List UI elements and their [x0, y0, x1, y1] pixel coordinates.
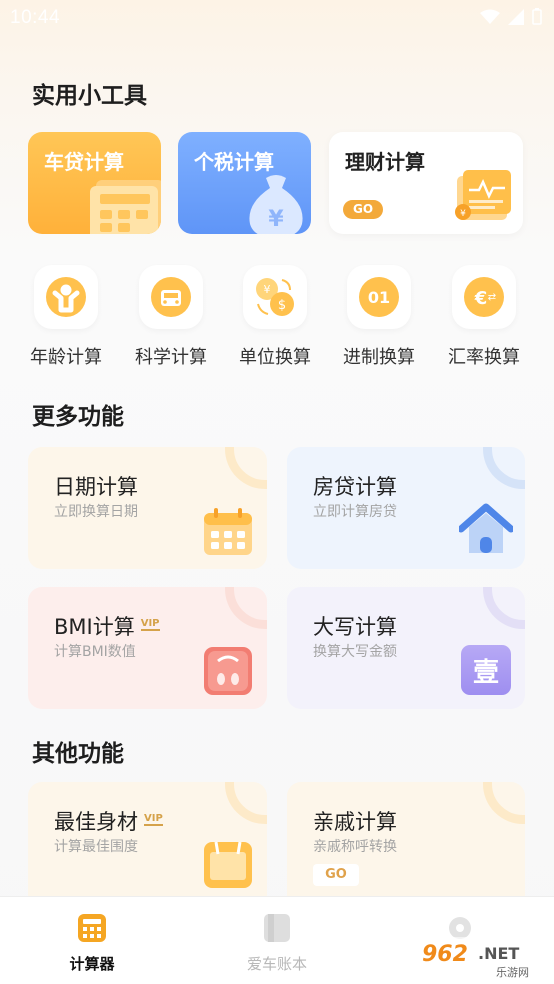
tax-label: 个税计算 [194, 150, 274, 174]
nav-label: 爱车账本 [246, 955, 307, 973]
relatives-go-button[interactable]: GO [313, 864, 359, 886]
finance-chart-icon: ¥ [455, 170, 511, 220]
tax-card[interactable]: 个税计算 ¥ [178, 132, 311, 234]
uppercase-icon: 壹 [461, 645, 511, 695]
more-section-title: 更多功能 [32, 404, 124, 430]
wifi-icon [480, 9, 500, 24]
tool-label: 单位换算 [239, 347, 311, 368]
binary-icon: 01 [347, 265, 411, 329]
card-title: BMI计算 VIP [54, 611, 160, 641]
car-icon [139, 265, 203, 329]
currency-exchange-icon: ¥ $ [243, 265, 307, 329]
card-title: 大写计算 [313, 615, 397, 639]
nav-car-ledger[interactable]: 爱车账本 [217, 913, 337, 974]
best-figure-title: 最佳身材 [54, 810, 138, 834]
nav-label: 计算器 [69, 955, 115, 973]
svg-text:⇄: ⇄ [488, 292, 496, 303]
tool-label: 进制换算 [343, 347, 415, 368]
mortgage-card[interactable]: 房贷计算 立即计算房贷 [287, 447, 525, 569]
card-subtitle: 换算大写金额 [313, 644, 397, 660]
card-subtitle: 立即换算日期 [54, 504, 138, 520]
status-icons [480, 8, 542, 25]
finance-go-button[interactable]: GO [343, 200, 383, 219]
calculator-tab-icon [78, 914, 106, 942]
status-time: 10:44 [10, 7, 61, 28]
card-title: 日期计算 [54, 475, 138, 499]
card-title: 亲戚计算 [313, 810, 397, 834]
scale-icon [204, 647, 252, 695]
watermark-logo: 962 .NET 乐游网 [414, 937, 546, 979]
calendar-icon [204, 508, 252, 555]
card-subtitle: 立即计算房贷 [313, 504, 397, 520]
vip-badge: VIP [140, 617, 160, 631]
euro-exchange-icon: € ⇄ [452, 265, 516, 329]
house-icon [459, 503, 513, 553]
tool-rate[interactable]: € ⇄ 汇率换算 [434, 265, 534, 369]
svg-text:€: € [474, 288, 488, 309]
svg-text:¥: ¥ [268, 207, 284, 232]
tool-base[interactable]: 01 进制换算 [329, 265, 429, 369]
card-subtitle: 亲戚称呼转换 [313, 839, 397, 855]
tool-unit[interactable]: ¥ $ 单位换算 [225, 265, 325, 369]
calculator-icon [90, 180, 161, 234]
bmi-card[interactable]: BMI计算 VIP 计算BMI数值 [28, 587, 267, 709]
tool-science[interactable]: 科学计算 [121, 265, 221, 369]
date-calc-card[interactable]: 日期计算 立即换算日期 [28, 447, 267, 569]
car-loan-card[interactable]: 车贷计算 [28, 132, 161, 234]
tape-measure-icon [204, 841, 252, 888]
relatives-card[interactable]: 亲戚计算 亲戚称呼转换 GO [287, 782, 525, 912]
svg-text:乐游网: 乐游网 [496, 966, 529, 979]
best-figure-card[interactable]: 最佳身材 VIP 计算最佳围度 [28, 782, 267, 912]
svg-text:$: $ [278, 298, 286, 313]
svg-text:962: 962 [422, 942, 468, 967]
person-icon [34, 265, 98, 329]
uppercase-icon-text: 壹 [472, 657, 499, 688]
svg-text:01: 01 [368, 288, 390, 307]
nav-calculator[interactable]: 计算器 [32, 913, 152, 974]
svg-text:.NET: .NET [478, 944, 519, 963]
card-subtitle: 计算BMI数值 [54, 644, 136, 660]
tools-section-title: 实用小工具 [32, 83, 147, 109]
tool-label: 汇率换算 [448, 347, 520, 368]
finance-label: 理财计算 [345, 150, 425, 174]
bmi-title: BMI计算 [54, 615, 135, 639]
money-bag-icon: ¥ [249, 175, 303, 234]
tool-age[interactable]: 年龄计算 [16, 265, 116, 369]
other-section-title: 其他功能 [32, 741, 124, 767]
card-title: 最佳身材 VIP [54, 806, 163, 836]
tool-label: 年龄计算 [30, 347, 102, 368]
ledger-tab-icon [264, 914, 290, 942]
finance-card[interactable]: 理财计算 GO ¥ [329, 132, 523, 234]
tool-label: 科学计算 [135, 347, 207, 368]
card-subtitle: 计算最佳围度 [54, 839, 138, 855]
svg-text:¥: ¥ [460, 209, 466, 219]
vip-badge: VIP [144, 812, 163, 826]
card-title: 房贷计算 [313, 475, 397, 499]
svg-text:¥: ¥ [264, 283, 271, 296]
car-loan-label: 车贷计算 [44, 150, 124, 174]
signal-icon [508, 8, 524, 25]
uppercase-card[interactable]: 大写计算 换算大写金额 壹 [287, 587, 525, 709]
battery-icon [532, 8, 542, 25]
